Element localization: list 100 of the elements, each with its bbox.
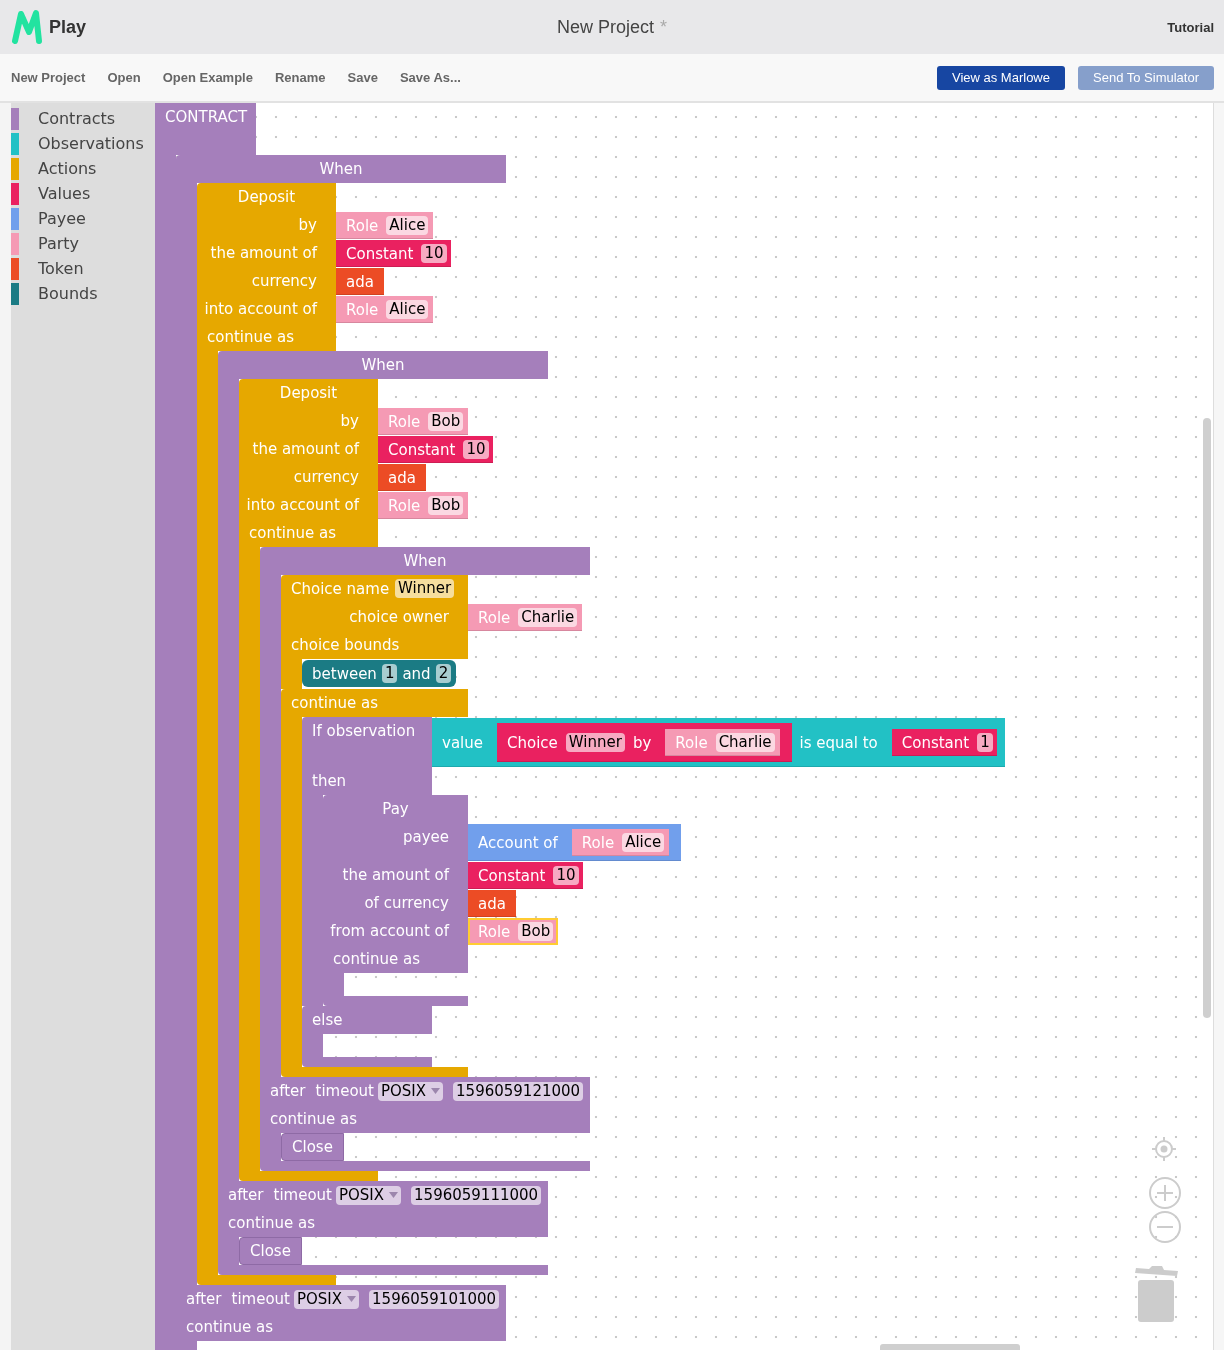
field-label: after bbox=[228, 1186, 264, 1204]
name-field[interactable]: Bob bbox=[428, 496, 464, 515]
role-block[interactable]: Role Charlie bbox=[468, 604, 583, 631]
field-label: of currency bbox=[364, 894, 449, 912]
block-title: Pay bbox=[382, 800, 409, 818]
field-label: choice owner bbox=[349, 608, 449, 626]
role-block[interactable]: Role Alice bbox=[336, 296, 434, 323]
menu-item[interactable]: Save As... bbox=[399, 70, 461, 85]
field-label: the amount of bbox=[210, 244, 317, 262]
action-button[interactable]: View as Marlowe bbox=[936, 65, 1065, 90]
field-label: the amount of bbox=[252, 440, 359, 458]
name-field[interactable]: Charlie bbox=[715, 733, 775, 752]
name-field[interactable]: Alice bbox=[386, 300, 429, 319]
name-field[interactable]: Charlie bbox=[518, 608, 578, 627]
field-label: currency bbox=[251, 272, 317, 290]
number-field[interactable]: 10 bbox=[421, 244, 447, 263]
tutorial-link[interactable]: Tutorial bbox=[1167, 19, 1214, 35]
timeout-field[interactable]: 1596059101000 bbox=[369, 1289, 500, 1309]
block-title: If observation bbox=[312, 722, 416, 740]
logo-icon bbox=[10, 8, 44, 46]
token-block[interactable]: ada bbox=[378, 464, 426, 491]
toolbox-category[interactable]: Token bbox=[11, 256, 88, 281]
name-field[interactable]: Winner bbox=[565, 733, 625, 752]
horizontal-scrollbar[interactable] bbox=[880, 1344, 1020, 1350]
menu-item[interactable]: Open Example bbox=[162, 70, 253, 85]
unit-dropdown[interactable]: POSIX bbox=[335, 1185, 402, 1205]
field-label: continue as bbox=[207, 328, 294, 346]
name-field[interactable]: Bob bbox=[518, 922, 554, 941]
recenter-icon[interactable] bbox=[1152, 1137, 1176, 1161]
block-title: Deposit bbox=[237, 188, 296, 206]
constant-block[interactable]: Constant 10 bbox=[468, 862, 583, 889]
caret-icon bbox=[431, 1088, 441, 1094]
field-label: by bbox=[340, 412, 359, 430]
role-block[interactable]: Role Bob bbox=[378, 492, 469, 519]
field-label: after bbox=[186, 1290, 222, 1308]
vertical-scrollbar[interactable] bbox=[1203, 418, 1211, 1018]
field-label: continue as bbox=[228, 1214, 315, 1232]
constant-block[interactable]: Constant 10 bbox=[336, 240, 451, 267]
field-label: continue as bbox=[291, 694, 378, 712]
number-field[interactable]: 1 bbox=[381, 664, 398, 683]
name-field[interactable]: Winner bbox=[395, 579, 455, 598]
caret-icon bbox=[347, 1296, 357, 1302]
menu-item[interactable]: New Project bbox=[11, 70, 86, 85]
zoom-in-icon[interactable] bbox=[1149, 1177, 1181, 1209]
field-label: timeout bbox=[273, 1186, 332, 1204]
token-block[interactable]: ada bbox=[336, 268, 384, 295]
field-label: continue as bbox=[333, 950, 420, 968]
deposit-block[interactable] bbox=[197, 183, 336, 351]
field-label: the amount of bbox=[342, 866, 449, 884]
unit-dropdown[interactable]: POSIX bbox=[293, 1289, 360, 1309]
timeout-field[interactable]: 1596059121000 bbox=[453, 1081, 584, 1101]
number-field[interactable]: 1 bbox=[977, 733, 993, 752]
toolbox-category[interactable]: Party bbox=[11, 231, 84, 256]
role-block[interactable]: Role Bob bbox=[378, 408, 469, 435]
toolbox-category[interactable]: Actions bbox=[11, 156, 101, 181]
choice-block[interactable] bbox=[281, 575, 468, 659]
toolbox-category[interactable]: Observations bbox=[11, 131, 148, 156]
observation-block[interactable]: value Choice Winner by Role Charlie is equal to Constant 1 bbox=[432, 718, 1005, 767]
deposit-block[interactable] bbox=[239, 379, 378, 547]
number-field[interactable]: 10 bbox=[553, 866, 579, 885]
field-label: continue as bbox=[249, 524, 336, 542]
field-label: timeout bbox=[315, 1082, 374, 1100]
account-block[interactable]: Account of Role Alice bbox=[468, 824, 682, 861]
menu-item[interactable]: Rename bbox=[274, 70, 326, 85]
role-block[interactable]: Role Bob bbox=[468, 918, 559, 945]
token-block[interactable]: ada bbox=[468, 890, 516, 917]
unit-dropdown[interactable]: POSIX bbox=[377, 1081, 444, 1101]
role-block[interactable]: Role Charlie bbox=[665, 729, 780, 756]
field-label: after bbox=[270, 1082, 306, 1100]
name-field[interactable]: Bob bbox=[428, 412, 464, 431]
role-block[interactable]: Role Alice bbox=[336, 212, 434, 239]
field-label: timeout bbox=[231, 1290, 290, 1308]
menu-item[interactable]: Open bbox=[107, 70, 141, 85]
role-block[interactable]: Role Alice bbox=[571, 829, 670, 856]
zoom-out-icon[interactable] bbox=[1149, 1211, 1181, 1243]
menu-item[interactable]: Save bbox=[347, 70, 378, 85]
caret-icon bbox=[389, 1192, 399, 1198]
choice-value-block[interactable]: Choice Winner by Role Charlie bbox=[497, 723, 792, 762]
number-field[interactable]: 2 bbox=[435, 664, 452, 683]
number-field[interactable]: 10 bbox=[463, 440, 489, 459]
field-label: currency bbox=[293, 468, 359, 486]
toolbox-category[interactable]: Bounds bbox=[11, 281, 102, 306]
trash-icon[interactable] bbox=[1135, 1266, 1179, 1323]
project-title: New Project bbox=[556, 16, 654, 38]
constant-block[interactable]: Constant 10 bbox=[378, 436, 493, 463]
field-label: then bbox=[312, 772, 347, 790]
field-label: continue as bbox=[270, 1110, 357, 1128]
field-label: into account of bbox=[204, 300, 317, 318]
timeout-field[interactable]: 1596059111000 bbox=[411, 1185, 542, 1205]
toolbox-category[interactable]: Payee bbox=[11, 206, 90, 231]
app-name: Play bbox=[49, 16, 87, 38]
constant-block[interactable]: Constant 1 bbox=[891, 729, 997, 756]
name-field[interactable]: Alice bbox=[622, 833, 665, 852]
toolbox-category[interactable]: Contracts bbox=[11, 106, 120, 131]
toolbox-category[interactable]: Values bbox=[11, 181, 95, 206]
field-label: by bbox=[298, 216, 317, 234]
name-field[interactable]: Alice bbox=[386, 216, 429, 235]
bounds-block[interactable]: between 1 and 2 bbox=[302, 660, 457, 687]
if-block[interactable] bbox=[302, 717, 432, 795]
unsaved-marker: * bbox=[660, 16, 667, 38]
